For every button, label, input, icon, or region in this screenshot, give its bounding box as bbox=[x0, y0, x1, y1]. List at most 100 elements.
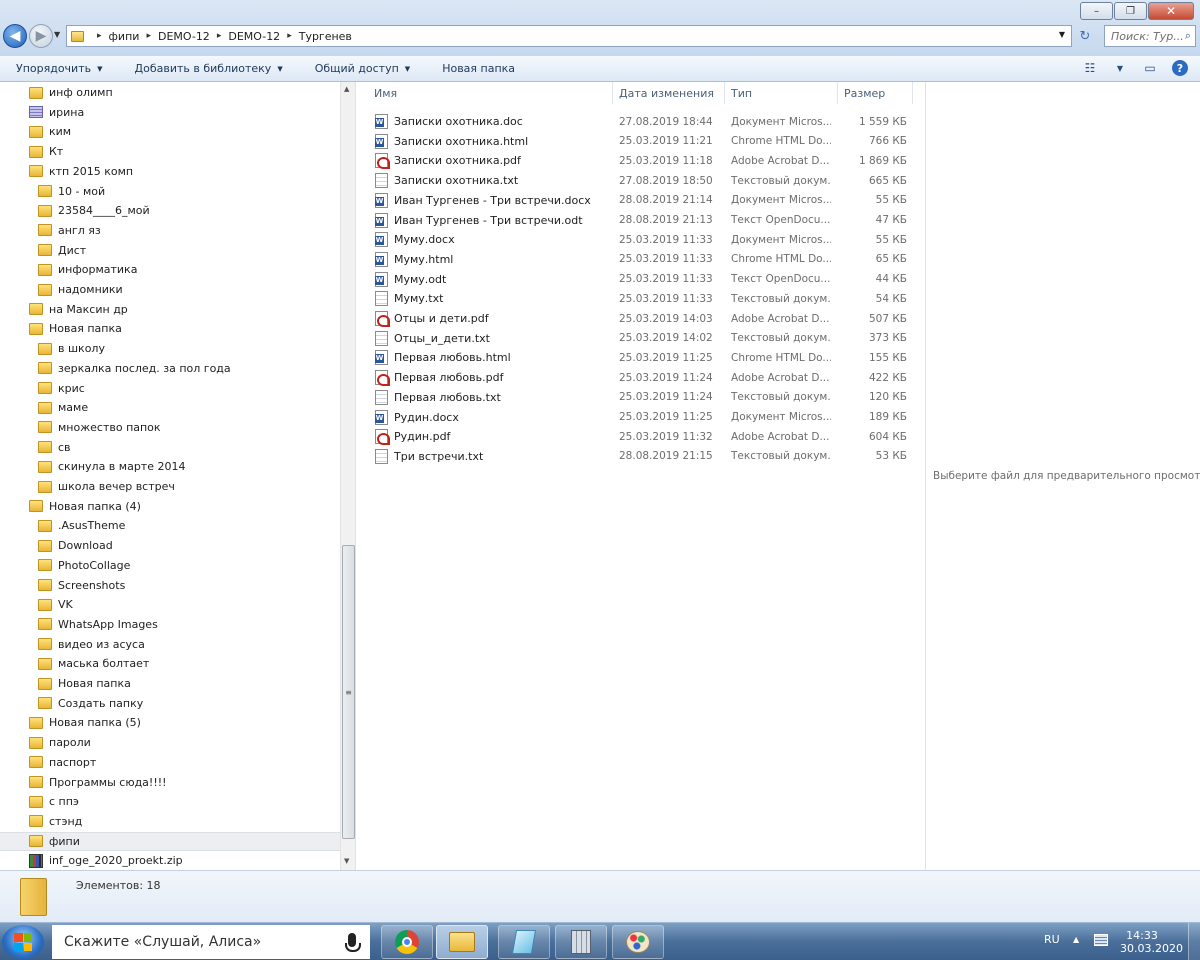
file-row[interactable]: Рудин.pdf 25.03.2019 11:32 Adobe Acrobat D… bbox=[373, 427, 913, 446]
breadcrumb-separator-icon[interactable]: ▸ bbox=[97, 31, 102, 41]
column-divider[interactable] bbox=[912, 82, 913, 104]
help-icon[interactable]: ? bbox=[1172, 60, 1188, 76]
scroll-down-arrow[interactable]: ▼ bbox=[344, 857, 349, 865]
tree-item[interactable]: в школу bbox=[0, 339, 340, 358]
scrollbar-thumb[interactable]: ≡ bbox=[342, 545, 355, 839]
clock[interactable]: 14:33 30.03.2020 bbox=[1120, 929, 1183, 955]
chevron-down-icon[interactable]: ▼ bbox=[1112, 60, 1128, 76]
start-button[interactable] bbox=[2, 925, 44, 959]
command-4-button[interactable]: Новая папка bbox=[426, 62, 531, 75]
tree-item[interactable]: инф олимп bbox=[0, 83, 340, 102]
tree-item[interactable]: информатика bbox=[0, 260, 340, 279]
tree-item[interactable]: школа вечер встреч bbox=[0, 477, 340, 496]
tree-item[interactable]: св bbox=[0, 438, 340, 457]
tree-item[interactable]: скинула в марте 2014 bbox=[0, 457, 340, 476]
address-bar[interactable]: ▸ фипи ▸ DEMO-12 ▸ DEMO-12 ▸ Тургенев ▼ bbox=[66, 25, 1072, 47]
tree-item[interactable]: ирина bbox=[0, 103, 340, 122]
column-divider[interactable] bbox=[612, 82, 613, 104]
file-row[interactable]: Записки охотника.pdf 25.03.2019 11:18 Adob… bbox=[373, 151, 913, 170]
tree-item[interactable]: с ппэ bbox=[0, 792, 340, 811]
file-row[interactable]: Иван Тургенев - Три встречи.odt 28.08.201… bbox=[373, 211, 913, 230]
tree-item[interactable]: паспорт bbox=[0, 753, 340, 772]
file-row[interactable]: Иван Тургенев - Три встречи.docx 28.08.20… bbox=[373, 191, 913, 210]
breadcrumb-item[interactable]: фипи bbox=[109, 30, 140, 43]
file-row[interactable]: Муму.odt 25.03.2019 11:33 Текст OpenDocu..… bbox=[373, 270, 913, 289]
tree-item[interactable]: 10 - мой bbox=[0, 182, 340, 201]
taskbar-explorer[interactable] bbox=[436, 925, 488, 959]
command-3-button[interactable]: Общий доступ ▼ bbox=[299, 62, 426, 75]
tree-item[interactable]: Кт bbox=[0, 142, 340, 161]
breadcrumb-item[interactable]: Тургенев bbox=[299, 30, 352, 43]
file-row[interactable]: Отцы_и_дети.txt 25.03.2019 14:02 Текстовый… bbox=[373, 329, 913, 348]
command-2-button[interactable]: Добавить в библиотеку ▼ bbox=[119, 62, 299, 75]
breadcrumb-separator-icon[interactable]: ▸ bbox=[146, 31, 151, 41]
breadcrumb-separator-icon[interactable]: ▸ bbox=[217, 31, 222, 41]
tree-item[interactable]: Screenshots bbox=[0, 576, 340, 595]
file-row[interactable]: Отцы и дети.pdf 25.03.2019 14:03 Adobe Acr… bbox=[373, 309, 913, 328]
breadcrumb-separator-icon[interactable]: ▸ bbox=[287, 31, 292, 41]
breadcrumb-item[interactable]: DEMO-12 bbox=[228, 30, 280, 43]
back-button[interactable]: ◀ bbox=[3, 24, 27, 48]
search-icon[interactable]: ⌕ bbox=[1185, 29, 1191, 43]
tree-item[interactable]: англ яз bbox=[0, 221, 340, 240]
tree-item[interactable]: Новая папка bbox=[0, 319, 340, 338]
breadcrumb-item[interactable]: DEMO-12 bbox=[158, 30, 210, 43]
tree-item[interactable]: Download bbox=[0, 536, 340, 555]
tree-item[interactable]: 23584____6_мой bbox=[0, 201, 340, 220]
microphone-icon[interactable] bbox=[345, 933, 361, 952]
file-row[interactable]: Первая любовь.html 25.03.2019 11:25 Chrome… bbox=[373, 348, 913, 367]
show-desktop-button[interactable] bbox=[1188, 923, 1200, 960]
tree-item[interactable]: Новая папка (5) bbox=[0, 713, 340, 732]
column-type[interactable]: Тип bbox=[731, 87, 752, 100]
language-indicator[interactable]: RU bbox=[1044, 933, 1060, 946]
tree-item[interactable]: множество папок bbox=[0, 418, 340, 437]
preview-pane-icon[interactable]: ▭ bbox=[1142, 60, 1158, 76]
scroll-up-arrow[interactable]: ▲ bbox=[344, 85, 349, 93]
tree-item[interactable]: пароли bbox=[0, 733, 340, 752]
alice-search-box[interactable]: Скажите «Слушай, Алиса» bbox=[52, 925, 370, 959]
file-row[interactable]: Первая любовь.txt 25.03.2019 11:24 Текстов… bbox=[373, 388, 913, 407]
tree-item[interactable]: Новая папка bbox=[0, 674, 340, 693]
file-row[interactable]: Первая любовь.pdf 25.03.2019 11:24 Adobe A… bbox=[373, 368, 913, 387]
file-row[interactable]: Три встречи.txt 28.08.2019 21:15 Текстовый… bbox=[373, 447, 913, 466]
file-row[interactable]: Муму.txt 25.03.2019 11:33 Текстовый докум.… bbox=[373, 289, 913, 308]
navigation-scrollbar[interactable]: ▲ ≡ ▼ bbox=[340, 82, 355, 870]
tree-item[interactable]: PhotoCollage bbox=[0, 556, 340, 575]
refresh-button[interactable]: ↻ bbox=[1074, 25, 1096, 47]
column-divider[interactable] bbox=[724, 82, 725, 104]
column-divider[interactable] bbox=[837, 82, 838, 104]
tree-item[interactable]: VK bbox=[0, 595, 340, 614]
file-row[interactable]: Муму.docx 25.03.2019 11:33 Документ Micros… bbox=[373, 230, 913, 249]
file-row[interactable]: Рудин.docx 25.03.2019 11:25 Документ Micro… bbox=[373, 408, 913, 427]
change-view-icon[interactable]: ☷ bbox=[1082, 60, 1098, 76]
forward-button[interactable]: ▶ bbox=[29, 24, 53, 48]
tree-item[interactable]: видео из асуса bbox=[0, 635, 340, 654]
tree-item[interactable]: WhatsApp Images bbox=[0, 615, 340, 634]
tree-item[interactable]: маме bbox=[0, 398, 340, 417]
tree-item[interactable]: Дист bbox=[0, 241, 340, 260]
search-input[interactable]: Поиск: Тур... ⌕ bbox=[1104, 25, 1196, 47]
minimize-button[interactable]: – bbox=[1080, 2, 1113, 20]
tree-item[interactable]: фипи bbox=[0, 831, 340, 851]
tree-item[interactable]: зеркалка послед. за пол года bbox=[0, 359, 340, 378]
file-row[interactable]: Муму.html 25.03.2019 11:33 Chrome HTML Do.… bbox=[373, 250, 913, 269]
tree-item[interactable]: ким bbox=[0, 122, 340, 141]
file-row[interactable]: Записки охотника.txt 27.08.2019 18:50 Текс… bbox=[373, 171, 913, 190]
tree-item[interactable]: .AsusTheme bbox=[0, 516, 340, 535]
tree-item[interactable]: Новая папка (4) bbox=[0, 497, 340, 516]
taskbar-calculator[interactable] bbox=[555, 925, 607, 959]
file-row[interactable]: Записки охотника.html 25.03.2019 11:21 Chr… bbox=[373, 132, 913, 151]
tree-item[interactable]: Программы сюда!!!! bbox=[0, 773, 340, 792]
column-name[interactable]: Имя bbox=[374, 87, 397, 100]
tree-item[interactable]: ктп 2015 комп bbox=[0, 162, 340, 181]
tree-item[interactable]: на Максин др bbox=[0, 300, 340, 319]
tree-item[interactable]: Создать папку bbox=[0, 694, 340, 713]
column-date[interactable]: Дата изменения bbox=[619, 87, 714, 100]
taskbar-chrome[interactable] bbox=[381, 925, 433, 959]
close-button[interactable]: ✕ bbox=[1148, 2, 1194, 20]
address-dropdown-button[interactable]: ▼ bbox=[1059, 30, 1065, 39]
tree-item[interactable]: маська болтает bbox=[0, 654, 340, 673]
network-icon[interactable] bbox=[1094, 934, 1108, 946]
command-1-button[interactable]: Упорядочить ▼ bbox=[0, 62, 119, 75]
tree-item[interactable]: inf_oge_2020_proekt.zip bbox=[0, 851, 340, 870]
